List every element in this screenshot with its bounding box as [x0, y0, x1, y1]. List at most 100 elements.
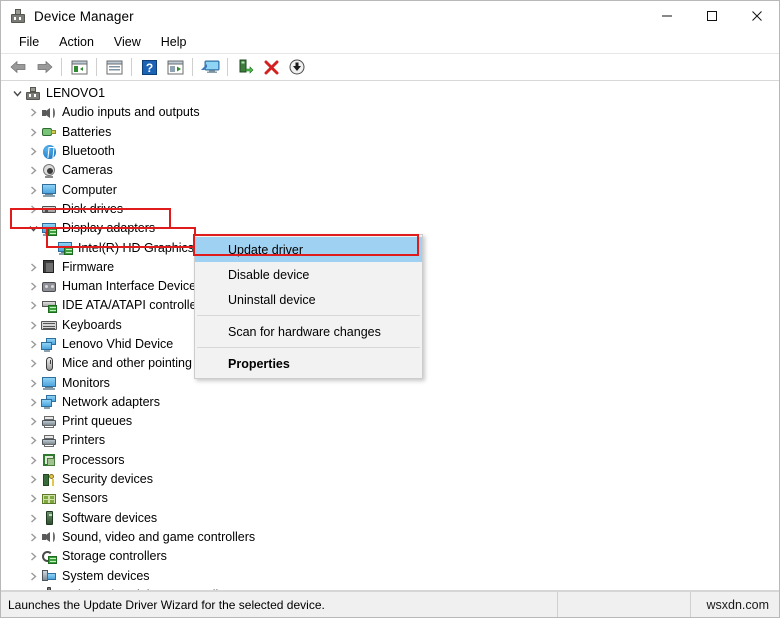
tree-label: Monitors: [62, 375, 110, 390]
toolbar-separator: [192, 58, 193, 76]
menu-help[interactable]: Help: [151, 33, 197, 52]
ide-controller-icon: [41, 298, 57, 314]
chevron-right-icon[interactable]: [25, 417, 41, 426]
tree-row-root[interactable]: LENOVO1: [1, 84, 779, 103]
toolbar-separator: [96, 58, 97, 76]
status-middle-pane: [558, 592, 691, 617]
chevron-right-icon[interactable]: [25, 186, 41, 195]
chevron-right-icon[interactable]: [25, 398, 41, 407]
back-icon[interactable]: [6, 56, 30, 79]
hid-icon: [41, 279, 57, 295]
disable-device-icon[interactable]: [285, 56, 309, 79]
forward-icon[interactable]: [32, 56, 56, 79]
tree-row-bluetooth[interactable]: Bluetooth: [1, 142, 779, 161]
chevron-right-icon[interactable]: [25, 282, 41, 291]
context-menu-item-scan-for-hardware-changes[interactable]: Scan for hardware changes: [195, 319, 422, 344]
tree-row-audio-inputs-and-outputs[interactable]: Audio inputs and outputs: [1, 103, 779, 122]
toolbar: ?: [1, 54, 779, 81]
close-button[interactable]: [734, 1, 779, 31]
tree-row-cameras[interactable]: Cameras: [1, 161, 779, 180]
chevron-right-icon[interactable]: [25, 514, 41, 523]
context-menu-item-update-driver[interactable]: Update driver: [195, 237, 422, 262]
context-menu-item-disable-device[interactable]: Disable device: [195, 262, 422, 287]
menu-action[interactable]: Action: [49, 33, 104, 52]
chevron-right-icon[interactable]: [25, 436, 41, 446]
menu-view[interactable]: View: [104, 33, 151, 52]
scan-for-hardware-changes-icon[interactable]: [198, 56, 222, 79]
tree-row-processors[interactable]: Processors: [1, 451, 779, 470]
toolbar-separator: [61, 58, 62, 76]
properties-icon[interactable]: [102, 56, 126, 79]
menu-bar: File Action View Help: [1, 31, 779, 54]
chevron-right-icon[interactable]: [25, 552, 41, 561]
tree-row-universal-serial-bus-controllers[interactable]: Universal Serial Bus controllers: [1, 586, 779, 590]
tree-row-printers[interactable]: Printers: [1, 431, 779, 450]
tree-row-system-devices[interactable]: System devices: [1, 566, 779, 585]
help-icon[interactable]: ?: [137, 56, 161, 79]
chevron-right-icon[interactable]: [25, 128, 41, 137]
tree-row-storage-controllers[interactable]: Storage controllers: [1, 547, 779, 566]
tree-label: Cameras: [62, 163, 113, 178]
chevron-right-icon[interactable]: [25, 340, 41, 349]
chevron-right-icon[interactable]: [25, 205, 41, 214]
tree-row-disk-drives[interactable]: Disk drives: [1, 200, 779, 219]
tree-label: Security devices: [62, 472, 154, 487]
menu-file[interactable]: File: [9, 33, 49, 52]
chevron-right-icon[interactable]: [25, 108, 41, 117]
tree-row-software-devices[interactable]: Software devices: [1, 509, 779, 528]
tree-row-security-devices[interactable]: Security devices: [1, 470, 779, 489]
context-menu-item-uninstall-device[interactable]: Uninstall device: [195, 287, 422, 312]
enable-device-icon[interactable]: [233, 56, 257, 79]
tree-row-computer[interactable]: Computer: [1, 180, 779, 199]
printer-icon: [41, 433, 57, 449]
chevron-right-icon[interactable]: [25, 166, 41, 175]
chevron-right-icon[interactable]: [25, 321, 41, 330]
display-adapter-icon: [57, 240, 73, 256]
tree-label: Bluetooth: [62, 144, 115, 159]
minimize-button[interactable]: [644, 1, 689, 31]
maximize-button[interactable]: [689, 1, 734, 31]
chevron-right-icon[interactable]: [25, 301, 41, 310]
svg-text:?: ?: [145, 61, 152, 75]
software-device-icon: [41, 510, 57, 526]
tree-row-network-adapters[interactable]: Network adapters: [1, 393, 779, 412]
firmware-icon: [41, 259, 57, 275]
window-title: Device Manager: [34, 8, 134, 24]
tree-row-sensors[interactable]: Sensors: [1, 489, 779, 508]
system-device-icon: [41, 568, 57, 584]
tree-label: Processors: [62, 452, 125, 467]
show-hide-console-tree-icon[interactable]: [67, 56, 91, 79]
chevron-down-icon[interactable]: [9, 89, 25, 98]
tree-row-print-queues[interactable]: Print queues: [1, 412, 779, 431]
tree-label: System devices: [62, 568, 150, 583]
tree-label: Sound, video and game controllers: [62, 529, 256, 544]
chevron-down-icon[interactable]: [25, 224, 41, 233]
status-message: Launches the Update Driver Wizard for th…: [1, 592, 558, 617]
chevron-right-icon[interactable]: [25, 494, 41, 503]
tree-row-batteries[interactable]: Batteries: [1, 123, 779, 142]
network-adapter-icon: [41, 394, 57, 410]
chevron-right-icon[interactable]: [25, 572, 41, 581]
chevron-right-icon[interactable]: [25, 533, 41, 542]
context-menu[interactable]: Update driver Disable device Uninstall d…: [194, 234, 423, 379]
update-driver-software-icon[interactable]: [163, 56, 187, 79]
chevron-right-icon[interactable]: [25, 456, 41, 465]
status-bar: Launches the Update Driver Wizard for th…: [1, 591, 779, 617]
tree-label: Display adapters: [62, 221, 156, 236]
disk-drive-icon: [41, 201, 57, 217]
context-menu-separator: [197, 315, 420, 316]
chevron-right-icon[interactable]: [25, 359, 41, 368]
chevron-right-icon[interactable]: [25, 475, 41, 484]
device-manager-window: Device Manager File Action View Help ? L…: [0, 0, 780, 618]
device-tree-panel[interactable]: LENOVO1 Audio inputs and outputs Batteri…: [1, 81, 779, 591]
tree-row-sound-video-and-game-controllers[interactable]: Sound, video and game controllers: [1, 528, 779, 547]
security-device-icon: [41, 472, 57, 488]
tree-label: Storage controllers: [62, 549, 167, 564]
chevron-right-icon[interactable]: [25, 263, 41, 272]
tree-label: Intel(R) HD Graphics: [78, 240, 194, 255]
chevron-right-icon[interactable]: [25, 379, 41, 388]
uninstall-device-icon[interactable]: [259, 56, 283, 79]
tree-label: LENOVO1: [46, 86, 106, 101]
chevron-right-icon[interactable]: [25, 147, 41, 156]
context-menu-item-properties[interactable]: Properties: [195, 351, 422, 376]
